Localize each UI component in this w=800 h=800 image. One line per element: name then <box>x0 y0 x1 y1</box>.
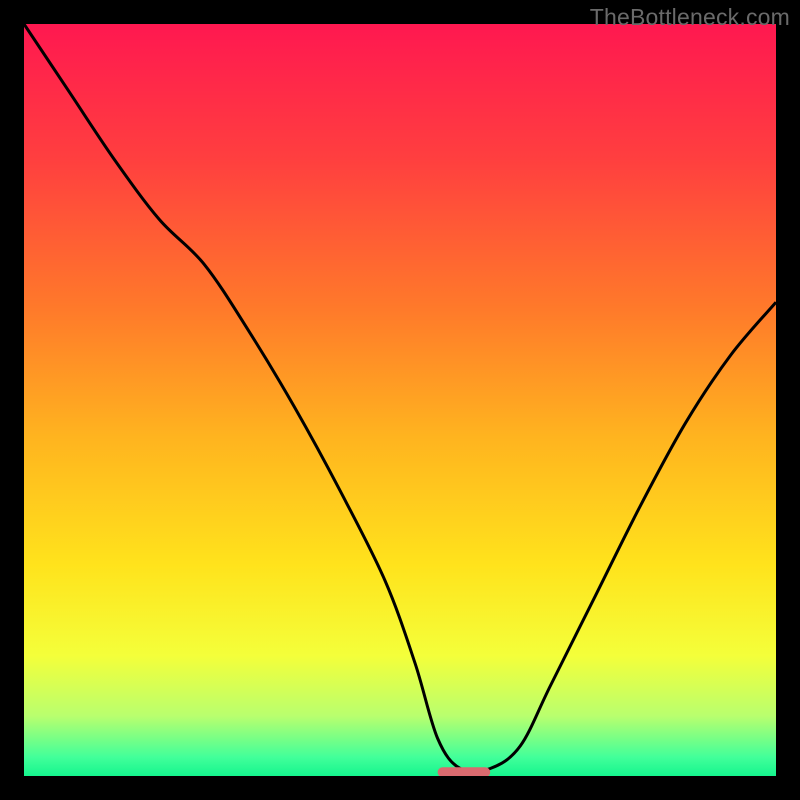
chart-svg <box>24 24 776 776</box>
watermark-text: TheBottleneck.com <box>590 4 790 31</box>
gradient-background <box>24 24 776 776</box>
optimum-marker <box>438 767 491 776</box>
plot-area <box>24 24 776 776</box>
chart-frame: TheBottleneck.com <box>0 0 800 800</box>
